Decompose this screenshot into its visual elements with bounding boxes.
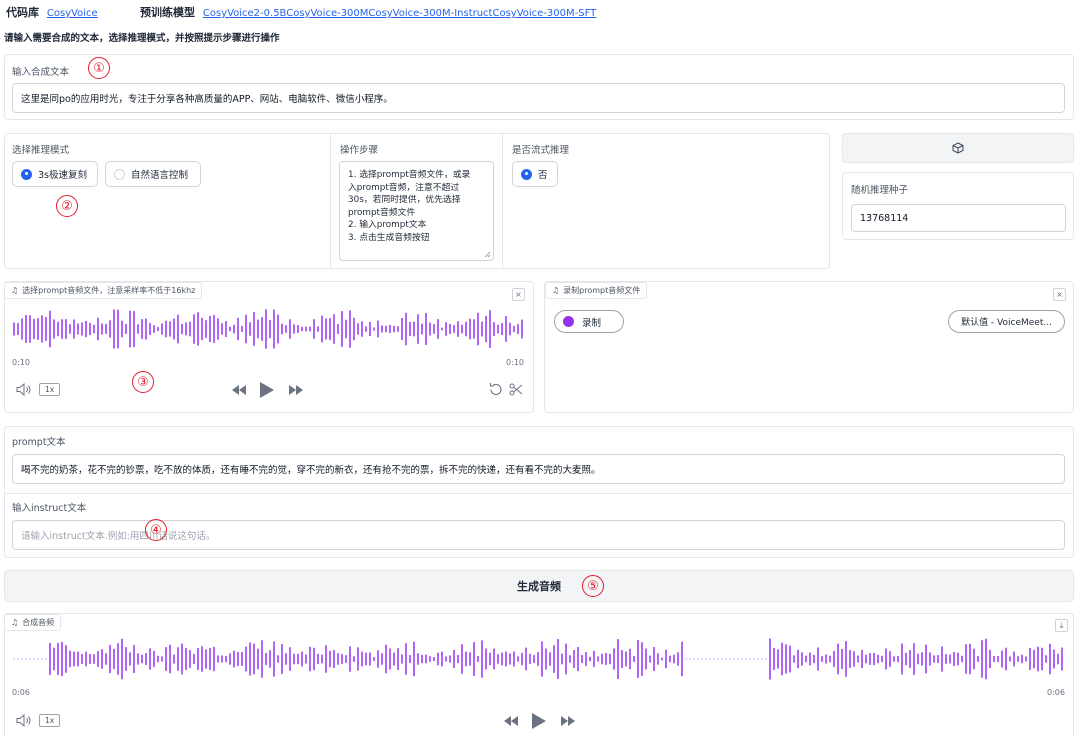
record-panel <box>544 281 1074 413</box>
radio-selected-icon <box>21 168 32 180</box>
instruct-text-input[interactable]: 请输入instruct文本.例如:用四川话说这句话。 <box>12 520 1065 550</box>
marker-3: ③ <box>132 371 154 393</box>
rewind-icon <box>504 716 518 726</box>
download-button[interactable]: ⤓ <box>1055 619 1068 632</box>
scissors-icon <box>509 383 523 396</box>
steps-textarea[interactable]: 1. 选择prompt音频文件，或录 入prompt音频，注意不超过 30s，若… <box>339 161 494 261</box>
model-link-300m[interactable]: CosyVoice-300M <box>286 8 368 19</box>
repo-row: 代码库 CosyVoice <box>6 4 98 20</box>
steps-label: 操作步骤 <box>340 145 379 156</box>
marker-4: ④ <box>145 519 167 541</box>
model-link-300m-instruct[interactable]: CosyVoice-300M-Instruct <box>368 8 492 19</box>
playback-controls <box>504 713 575 729</box>
steps-line: 3. 点击生成音频按钮 <box>348 232 430 243</box>
playback-controls <box>232 382 303 398</box>
volume-icon[interactable] <box>16 383 32 396</box>
music-note-icon: ♫ <box>552 286 560 295</box>
time-total: 0:10 <box>506 358 524 367</box>
record-button[interactable]: 录制 <box>554 310 624 333</box>
output-waveform[interactable] <box>12 638 1066 680</box>
repo-link[interactable]: CosyVoice <box>47 8 98 19</box>
model-row: 预训练模型 CosyVoice2-0.5BCosyVoice-300MCosyV… <box>140 4 596 20</box>
marker-5: ⑤ <box>582 575 604 597</box>
record-button-label: 录制 <box>582 317 602 329</box>
prompt-text-label: prompt文本 <box>12 437 66 448</box>
prompt-text-input[interactable]: 喝不完的奶茶，花不完的钞票，吃不放的体质，还有睡不完的觉，穿不完的新衣，还有抢不… <box>12 454 1065 484</box>
output-audio-tag: ♫ 合成音频 <box>4 614 62 631</box>
mode-option-label: 3s极速复刻 <box>38 170 87 181</box>
stream-option-no[interactable]: 否 <box>512 161 558 187</box>
divider <box>330 134 331 268</box>
mode-option-instruct[interactable]: 自然语言控制 <box>105 161 201 187</box>
stream-option-label: 否 <box>538 170 548 181</box>
prompt-audio-label: 选择prompt音频文件，注意采样率不低于16khz <box>22 286 196 295</box>
prompt-audio-tag: ♫ 选择prompt音频文件，注意采样率不低于16khz <box>4 282 203 299</box>
download-icon: ⤓ <box>1059 620 1064 630</box>
device-select[interactable]: 默认值 - VoiceMeet... <box>948 310 1065 333</box>
model-link-300m-sft[interactable]: CosyVoice-300M-SFT <box>492 8 596 19</box>
speed-button[interactable]: 1x <box>39 383 61 396</box>
steps-line: 入prompt音频，注意不超过 <box>348 182 460 193</box>
divider <box>502 134 503 268</box>
mode-option-label: 自然语言控制 <box>131 170 189 181</box>
prompt-waveform[interactable] <box>12 308 524 350</box>
output-audio-label: 合成音频 <box>22 618 55 627</box>
generate-button-label: 生成音频 <box>517 580 561 593</box>
steps-line: 1. 选择prompt音频文件，或录 <box>348 170 471 180</box>
clear-record-button[interactable]: × <box>1053 288 1066 301</box>
steps-line: 2. 输入prompt文本 <box>348 220 427 231</box>
seed-label: 随机推理种子 <box>851 185 909 196</box>
volume-icon[interactable] <box>16 714 32 727</box>
radio-selected-icon <box>521 168 532 180</box>
model-label: 预训练模型 <box>140 6 195 19</box>
stream-label: 是否流式推理 <box>512 145 570 156</box>
repo-label: 代码库 <box>6 6 39 19</box>
record-tag: ♫ 录制prompt音频文件 <box>545 282 648 299</box>
music-note-icon: ♫ <box>11 618 19 627</box>
resize-handle-icon[interactable] <box>484 251 491 258</box>
fast-forward-icon <box>289 385 303 395</box>
clear-audio-button[interactable]: × <box>512 288 525 301</box>
instruction-text: 请输入需要合成的文本，选择推理模式，并按照提示步骤进行操作 <box>4 33 280 44</box>
close-icon: × <box>515 290 522 299</box>
time-total: 0:06 <box>1047 688 1065 697</box>
tts-text-input[interactable]: 这里是同po的应用时光，专注于分享各种高质量的APP、网站、电脑软件、微信小程序… <box>12 83 1065 113</box>
play-icon <box>532 713 546 729</box>
close-icon: × <box>1056 290 1063 299</box>
music-note-icon: ♫ <box>11 286 19 295</box>
random-seed-button[interactable] <box>842 133 1074 163</box>
fast-forward-icon <box>561 716 575 726</box>
seed-input[interactable]: 13768114 <box>851 204 1066 232</box>
speed-button[interactable]: 1x <box>39 714 61 727</box>
marker-2: ② <box>56 195 78 217</box>
dice-icon <box>952 142 964 154</box>
steps-line: 30s，若同时提供，优先选择 <box>348 195 461 206</box>
generate-button[interactable]: 生成音频 <box>4 570 1074 602</box>
mode-option-clone[interactable]: 3s极速复刻 <box>12 161 98 187</box>
time-current: 0:06 <box>12 688 30 697</box>
record-label: 录制prompt音频文件 <box>563 286 641 295</box>
undo-icon <box>489 383 502 395</box>
model-link-cosyvoice2[interactable]: CosyVoice2-0.5B <box>203 8 286 19</box>
divider <box>5 493 1073 494</box>
steps-line: prompt音频文件 <box>348 207 416 218</box>
time-current: 0:10 <box>12 358 30 367</box>
tts-text-label: 输入合成文本 <box>12 67 70 78</box>
audio-edit-tools <box>489 383 523 396</box>
rewind-icon <box>232 385 246 395</box>
mode-label: 选择推理模式 <box>12 145 70 156</box>
radio-empty-icon <box>114 168 125 180</box>
marker-1: ① <box>88 57 110 79</box>
instruct-label: 输入instruct文本 <box>12 503 87 514</box>
record-dot-icon <box>563 316 574 327</box>
play-icon <box>260 382 274 398</box>
